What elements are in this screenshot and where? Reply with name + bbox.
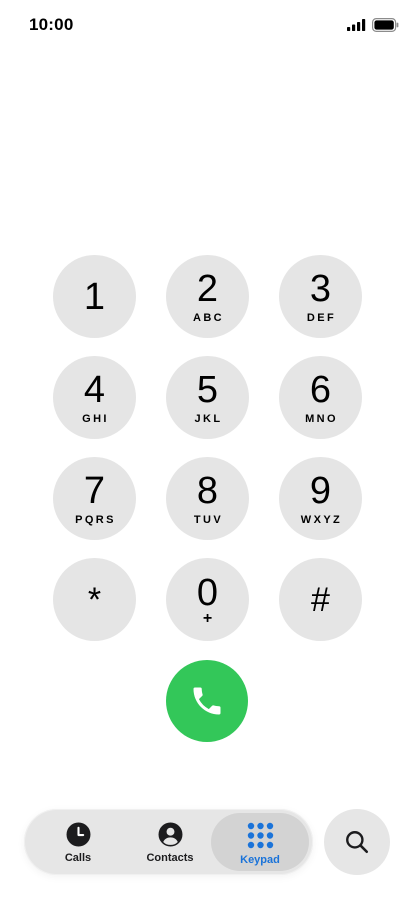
key-letters: MNO [305, 412, 338, 425]
key-2[interactable]: 2 ABC [166, 255, 249, 338]
tab-keypad[interactable]: Keypad [211, 813, 309, 871]
key-digit: 3 [309, 267, 332, 310]
key-digit: 8 [196, 469, 219, 512]
key-letters: WXYZ [300, 513, 343, 526]
phone-keypad-screen: 10:00 1 2 ABC 3 DEF 4 GHI 5 JKL 6 MNO 7 … [0, 0, 415, 900]
key-1[interactable]: 1 [53, 255, 136, 338]
tab-label: Contacts [146, 852, 194, 864]
key-letters: GHI [82, 412, 109, 425]
key-digit: 5 [196, 368, 219, 411]
tab-contacts[interactable]: Contacts [121, 813, 219, 871]
keypad-grid-icon [247, 822, 273, 849]
search-button[interactable] [324, 809, 390, 875]
key-letters: PQRS [75, 513, 116, 526]
tab-bar: Calls Contacts Keypad [24, 809, 313, 875]
key-digit: 6 [309, 368, 332, 411]
key-digit: 0 [196, 571, 219, 614]
key-digit: 9 [309, 469, 332, 512]
key-letters: DEF [306, 311, 337, 324]
key-letters: + [202, 609, 213, 627]
key-hash[interactable]: # [279, 558, 362, 641]
key-4[interactable]: 4 GHI [53, 356, 136, 439]
key-digit: 7 [83, 469, 106, 512]
call-button[interactable] [166, 660, 248, 742]
key-letters: ABC [192, 311, 225, 324]
key-7[interactable]: 7 PQRS [53, 457, 136, 540]
battery-icon [372, 18, 399, 32]
clock-icon [66, 822, 90, 847]
key-5[interactable]: 5 JKL [166, 356, 249, 439]
phone-handset-icon [193, 687, 221, 715]
key-letters: JKL [194, 412, 223, 425]
tab-label: Keypad [240, 854, 280, 866]
key-letters: TUV [193, 513, 224, 526]
key-9[interactable]: 9 WXYZ [279, 457, 362, 540]
key-star[interactable]: * [53, 558, 136, 641]
search-icon [346, 831, 369, 854]
tab-calls[interactable]: Calls [29, 813, 127, 871]
key-0[interactable]: 0 + [166, 558, 249, 641]
key-digit: 2 [196, 267, 219, 310]
key-digit: # [311, 580, 330, 619]
tab-label: Calls [64, 852, 92, 864]
key-digit: 4 [83, 368, 106, 411]
status-bar: 10:00 [0, 0, 415, 50]
key-8[interactable]: 8 TUV [166, 457, 249, 540]
cellular-signal-icon [347, 19, 366, 31]
key-digit: * [87, 580, 102, 619]
key-digit: 1 [83, 275, 106, 318]
status-time: 10:00 [29, 15, 74, 34]
key-3[interactable]: 3 DEF [279, 255, 362, 338]
person-circle-icon [158, 822, 182, 847]
key-6[interactable]: 6 MNO [279, 356, 362, 439]
